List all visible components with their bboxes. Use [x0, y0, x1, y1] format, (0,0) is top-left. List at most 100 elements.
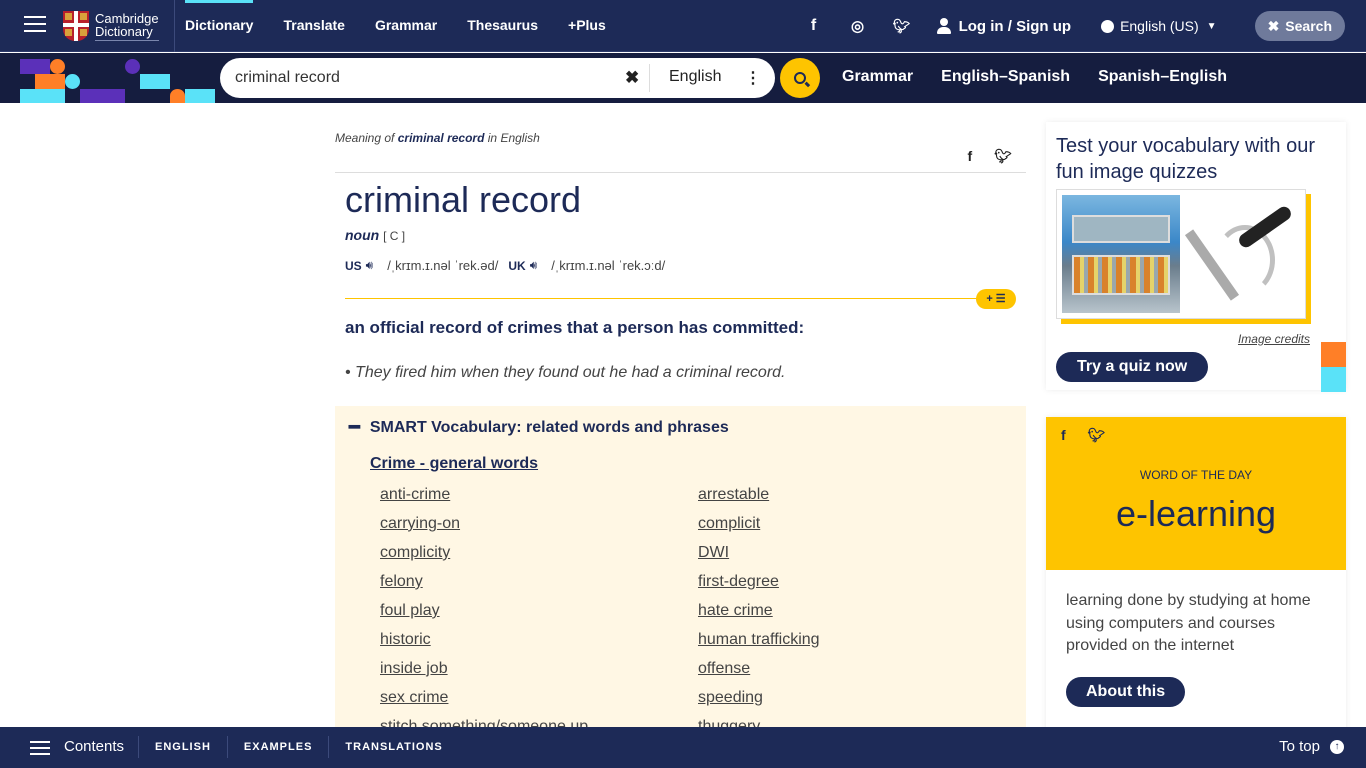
- more-options-icon[interactable]: ⋮: [745, 68, 761, 88]
- search-input[interactable]: [235, 69, 615, 87]
- part-of-speech: noun [ C ]: [345, 227, 406, 243]
- word-of-the-day-card: f 🐦︎ WORD OF THE DAY e-learning learning…: [1046, 417, 1346, 737]
- subnav-spanish-english[interactable]: Spanish–English: [1098, 53, 1227, 103]
- related-word-link[interactable]: sex crime: [380, 688, 698, 708]
- related-word-link[interactable]: carrying-on: [380, 514, 698, 534]
- uk-label: uk: [508, 258, 526, 273]
- nav-plus[interactable]: +Plus: [568, 0, 606, 52]
- nav-grammar[interactable]: Grammar: [375, 0, 437, 52]
- tab-examples[interactable]: EXAMPLES: [226, 736, 329, 758]
- decorative-square-orange: [1321, 342, 1346, 367]
- nav-thesaurus[interactable]: Thesaurus: [467, 0, 538, 52]
- related-word-link[interactable]: anti-crime: [380, 485, 698, 505]
- try-quiz-button[interactable]: Try a quiz now: [1056, 352, 1209, 382]
- dishwasher-image: [1062, 195, 1180, 313]
- us-ipa: /ˌkrɪm.ɪ.nəl ˈrek.əd/: [387, 258, 499, 273]
- dictionary-select[interactable]: English: [669, 68, 721, 86]
- quiz-image[interactable]: [1056, 189, 1306, 319]
- related-word-link[interactable]: offense: [698, 659, 1016, 679]
- topic-link[interactable]: Crime - general words: [370, 455, 538, 473]
- logo-line2: Dictionary: [95, 25, 159, 41]
- instagram-icon[interactable]: ◎: [849, 17, 867, 35]
- facebook-share-icon[interactable]: f: [968, 148, 973, 165]
- smart-vocab-toggle[interactable]: ━ SMART Vocabulary: related words and ph…: [349, 417, 729, 438]
- wotd-definition: learning done by studying at home using …: [1066, 592, 1311, 654]
- peeler-image: [1184, 195, 1303, 313]
- bottom-nav-bar: Contents ENGLISH EXAMPLES TRANSLATIONS T…: [0, 727, 1366, 768]
- related-word-link[interactable]: historic: [380, 630, 698, 650]
- user-icon: [936, 18, 951, 34]
- search-icon: [794, 72, 806, 84]
- subnav-grammar[interactable]: Grammar: [842, 53, 913, 103]
- cambridge-dictionary-logo[interactable]: Cambridge Dictionary: [63, 10, 159, 42]
- search-toggle-button[interactable]: ✖ Search: [1254, 11, 1345, 41]
- quiz-promo-card: Test your vocabulary with our fun image …: [1046, 122, 1346, 390]
- globe-icon: [1101, 19, 1115, 33]
- menu-icon[interactable]: [24, 16, 46, 34]
- meaning-caption: Meaning of criminal record in English: [335, 131, 540, 145]
- related-word-link[interactable]: first-degree: [698, 572, 1016, 592]
- dictionary-entry: Meaning of criminal record in English f …: [335, 103, 1026, 728]
- related-word-link[interactable]: hate crime: [698, 601, 1016, 621]
- search-bar-row: ✖ English ⋮ Grammar English–Spanish Span…: [0, 53, 1366, 103]
- section-tabs: ENGLISH EXAMPLES TRANSLATIONS: [138, 736, 459, 758]
- search-box: ✖ English ⋮: [220, 58, 775, 98]
- related-word-link[interactable]: human trafficking: [698, 630, 1016, 650]
- search-divider: [649, 64, 650, 92]
- tab-translations[interactable]: TRANSLATIONS: [328, 736, 458, 758]
- nav-dictionary[interactable]: Dictionary: [185, 0, 254, 52]
- twitter-share-icon[interactable]: 🐦︎: [1088, 427, 1106, 444]
- close-icon: ✖: [1267, 17, 1280, 34]
- dictionary-sub-nav: Grammar English–Spanish Spanish–English: [842, 53, 1255, 103]
- add-to-word-list-button[interactable]: + ☰: [976, 289, 1016, 309]
- image-credits-link[interactable]: Image credits: [1238, 332, 1310, 346]
- tab-english[interactable]: ENGLISH: [138, 736, 227, 758]
- related-word-link[interactable]: arrestable: [698, 485, 1016, 505]
- main-nav: Dictionary Translate Grammar Thesaurus +…: [185, 0, 636, 52]
- decorative-square-cyan: [1321, 367, 1346, 392]
- decorative-shapes: [0, 53, 220, 103]
- nav-translate[interactable]: Translate: [283, 0, 344, 52]
- example-sentence: • They fired him when they found out he …: [345, 364, 786, 381]
- entry-share: f 🐦︎: [946, 148, 1012, 165]
- headword: criminal record: [345, 179, 582, 220]
- facebook-share-icon[interactable]: f: [1061, 427, 1066, 444]
- us-label: us: [345, 258, 362, 273]
- definition: an official record of crimes that a pers…: [345, 318, 805, 337]
- contents-button[interactable]: Contents: [64, 738, 124, 755]
- related-word-link[interactable]: complicity: [380, 543, 698, 563]
- chevron-down-icon: ▼: [1206, 20, 1217, 32]
- to-top-button[interactable]: To top ↑: [1279, 738, 1344, 755]
- clear-search-icon[interactable]: ✖: [625, 68, 639, 88]
- subnav-english-spanish[interactable]: English–Spanish: [941, 53, 1070, 103]
- collapse-icon: ━: [349, 417, 360, 437]
- related-word-link[interactable]: speeding: [698, 688, 1016, 708]
- wotd-label: WORD OF THE DAY: [1139, 468, 1253, 482]
- crest-icon: [63, 11, 89, 41]
- grammar-code: [ C ]: [383, 229, 406, 243]
- contents-menu-icon[interactable]: [30, 741, 50, 755]
- about-this-button[interactable]: About this: [1066, 677, 1186, 707]
- login-signup-link[interactable]: Log in / Sign up: [936, 18, 1071, 35]
- twitter-icon[interactable]: 🐦︎: [893, 18, 911, 35]
- facebook-icon[interactable]: f: [805, 17, 823, 35]
- uk-audio-speaker-icon[interactable]: 🔊︎: [530, 258, 538, 273]
- related-word-link[interactable]: inside job: [380, 659, 698, 679]
- top-header: Cambridge Dictionary Dictionary Translat…: [0, 0, 1366, 52]
- wotd-word[interactable]: e-learning: [1046, 493, 1346, 535]
- logo-line1: Cambridge: [95, 10, 159, 26]
- related-word-link[interactable]: complicit: [698, 514, 1016, 534]
- twitter-share-icon[interactable]: 🐦︎: [994, 148, 1012, 165]
- search-submit-button[interactable]: [780, 58, 820, 98]
- related-words-list: anti-crime arrestable carrying-on compli…: [380, 485, 1020, 728]
- related-word-link[interactable]: DWI: [698, 543, 1016, 563]
- related-word-link[interactable]: foul play: [380, 601, 698, 621]
- quiz-title: Test your vocabulary with our fun image …: [1056, 135, 1316, 183]
- pronunciations: us 🔊︎ /ˌkrɪm.ɪ.nəl ˈrek.əd/ uk 🔊︎ /ˌkrɪm…: [345, 258, 675, 273]
- arrow-up-circle-icon: ↑: [1330, 739, 1344, 754]
- sense-divider: [345, 298, 985, 299]
- related-word-link[interactable]: felony: [380, 572, 698, 592]
- divider: [335, 172, 1026, 173]
- us-audio-speaker-icon[interactable]: 🔊︎: [366, 258, 374, 273]
- language-selector[interactable]: English (US) ▼: [1101, 18, 1217, 34]
